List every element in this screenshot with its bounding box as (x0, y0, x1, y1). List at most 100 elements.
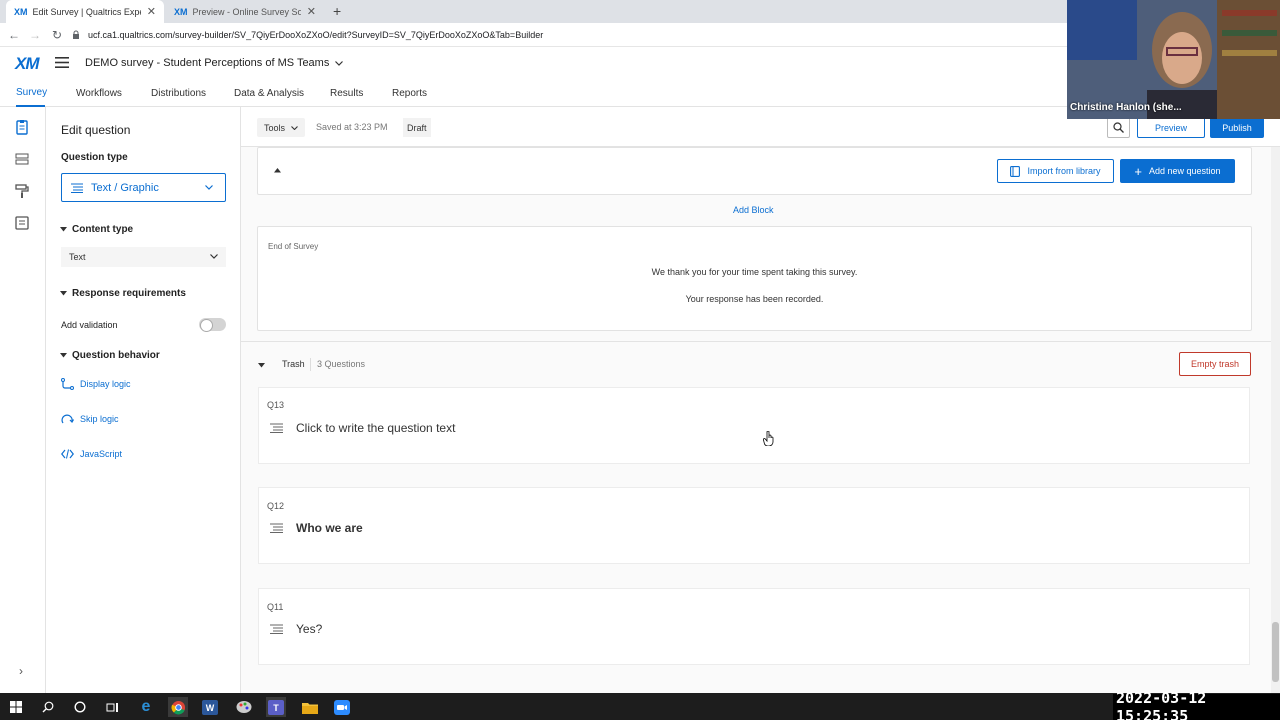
xm-logo[interactable]: XM (15, 54, 39, 74)
look-and-feel-paint-roller-icon[interactable] (14, 183, 32, 201)
close-icon[interactable]: ✕ (307, 5, 316, 18)
canvas-scrollbar[interactable] (1271, 147, 1280, 693)
participant-name: Christine Hanlon (she... (1070, 102, 1182, 113)
xm-favicon: XM (174, 6, 188, 17)
hamburger-menu-icon[interactable] (55, 57, 69, 68)
panel-title: Edit question (61, 123, 131, 137)
edge-browser-icon[interactable]: e (136, 697, 156, 717)
caret-down-icon[interactable] (258, 363, 265, 368)
preview-button[interactable]: Preview (1137, 117, 1205, 138)
survey-title-dropdown[interactable]: DEMO survey - Student Perceptions of MS … (85, 57, 344, 69)
hand-cursor-icon (763, 431, 775, 446)
publish-button[interactable]: Publish (1210, 117, 1264, 138)
tools-label: Tools (264, 122, 286, 133)
end-of-survey-message-1: We thank you for your time spent taking … (651, 267, 858, 277)
question-id: Q12 (267, 501, 285, 511)
survey-options-icon[interactable] (14, 215, 32, 233)
file-explorer-folder-icon[interactable] (300, 697, 320, 717)
skip-logic-label: Skip logic (80, 414, 119, 424)
tab-reports[interactable]: Reports (392, 80, 427, 107)
teams-app-icon[interactable]: T (266, 697, 286, 717)
question-text[interactable]: Yes? (296, 622, 322, 636)
content-type-section-toggle[interactable]: Content type (60, 224, 133, 235)
scrollbar-thumb[interactable] (1272, 622, 1279, 682)
question-id: Q11 (267, 602, 284, 612)
text-graphic-icon (71, 183, 83, 193)
search-button[interactable] (1107, 117, 1130, 138)
tab-workflows[interactable]: Workflows (76, 80, 122, 107)
tab-survey[interactable]: Survey (16, 80, 47, 107)
chevron-down-icon (291, 125, 298, 130)
plus-icon: + (1134, 163, 1143, 179)
caret-down-icon (60, 291, 67, 296)
back-arrow-icon[interactable]: ← (6, 27, 22, 43)
browser-tab-title: Edit Survey | Qualtrics Experience (32, 6, 141, 17)
end-of-survey-message-2: Your response has been recorded. (685, 294, 824, 304)
display-logic-label: Display logic (80, 379, 131, 389)
lock-icon (72, 30, 80, 40)
content-type-label: Content type (72, 224, 134, 235)
import-from-library-button[interactable]: Import from library (997, 159, 1114, 183)
expand-chevron-right-icon[interactable]: › (19, 664, 23, 678)
browser-tab-preview[interactable]: XM Preview - Online Survey Software ✕ (166, 0, 324, 23)
tab-distributions[interactable]: Distributions (151, 80, 206, 107)
question-type-label: Question type (61, 152, 128, 163)
trash-count: 3 Questions (317, 359, 366, 369)
end-of-survey-card[interactable] (257, 226, 1252, 331)
chevron-down-icon (205, 185, 213, 190)
response-requirements-toggle[interactable]: Response requirements (60, 288, 186, 299)
survey-flow-icon[interactable] (14, 151, 32, 169)
svg-text:T: T (273, 703, 279, 713)
divider (241, 341, 1271, 342)
chevron-down-icon (335, 60, 344, 66)
skip-logic-link[interactable]: Skip logic (61, 411, 119, 427)
close-icon[interactable]: ✕ (147, 5, 156, 18)
survey-title: DEMO survey - Student Perceptions of MS … (85, 57, 330, 69)
tab-data-analysis[interactable]: Data & Analysis (234, 80, 304, 107)
cortana-circle-icon[interactable] (70, 697, 90, 717)
add-validation-label: Add validation (61, 320, 118, 330)
javascript-link[interactable]: JavaScript (61, 446, 122, 462)
trash-question-card[interactable] (258, 588, 1250, 665)
question-text[interactable]: Who we are (296, 521, 363, 535)
import-from-library-label: Import from library (1027, 166, 1101, 176)
search-icon[interactable] (38, 697, 58, 717)
new-tab-plus-icon[interactable]: + (333, 3, 341, 19)
windows-start-icon[interactable] (6, 697, 26, 717)
question-text[interactable]: Click to write the question text (296, 421, 455, 435)
code-brackets-icon (61, 449, 74, 459)
tab-results[interactable]: Results (330, 80, 363, 107)
forward-arrow-icon[interactable]: → (27, 27, 43, 43)
url-field[interactable]: ucf.ca1.qualtrics.com/survey-builder/SV_… (72, 26, 1072, 44)
task-view-icon[interactable] (102, 697, 122, 717)
empty-trash-button[interactable]: Empty trash (1179, 352, 1251, 376)
display-logic-link[interactable]: Display logic (61, 376, 131, 392)
content-type-value: Text (69, 252, 86, 262)
zoom-app-icon[interactable] (332, 697, 352, 717)
question-behavior-toggle[interactable]: Question behavior (60, 350, 160, 361)
tools-dropdown[interactable]: Tools (257, 118, 306, 137)
end-of-survey-label: End of Survey (268, 242, 319, 251)
paint-app-icon[interactable] (234, 697, 254, 717)
question-type-select[interactable]: Text / Graphic (61, 173, 226, 202)
add-validation-switch[interactable] (199, 318, 226, 332)
trash-label: Trash (282, 359, 305, 369)
reload-icon[interactable]: ↻ (49, 27, 65, 43)
add-new-question-button[interactable]: + Add new question (1120, 159, 1235, 183)
add-block-link[interactable]: Add Block (733, 205, 774, 215)
text-graphic-icon (270, 523, 283, 533)
question-behavior-label: Question behavior (72, 350, 160, 361)
word-app-icon[interactable]: W (200, 697, 220, 717)
browser-tab-edit-survey[interactable]: XM Edit Survey | Qualtrics Experience ✕ (6, 0, 164, 23)
url-text: ucf.ca1.qualtrics.com/survey-builder/SV_… (88, 30, 544, 40)
caret-up-icon[interactable] (274, 168, 281, 173)
caret-down-icon (60, 353, 67, 358)
survey-clipboard-icon[interactable] (14, 119, 32, 137)
content-type-select[interactable]: Text (61, 247, 226, 267)
response-requirements-label: Response requirements (72, 288, 186, 299)
taskbar-clock: 2022-03-12 15:25:35 (1113, 689, 1280, 720)
chrome-browser-icon[interactable] (168, 697, 188, 717)
trash-question-card[interactable] (258, 487, 1250, 564)
caret-down-icon (60, 227, 67, 232)
chevron-down-icon (210, 254, 218, 259)
